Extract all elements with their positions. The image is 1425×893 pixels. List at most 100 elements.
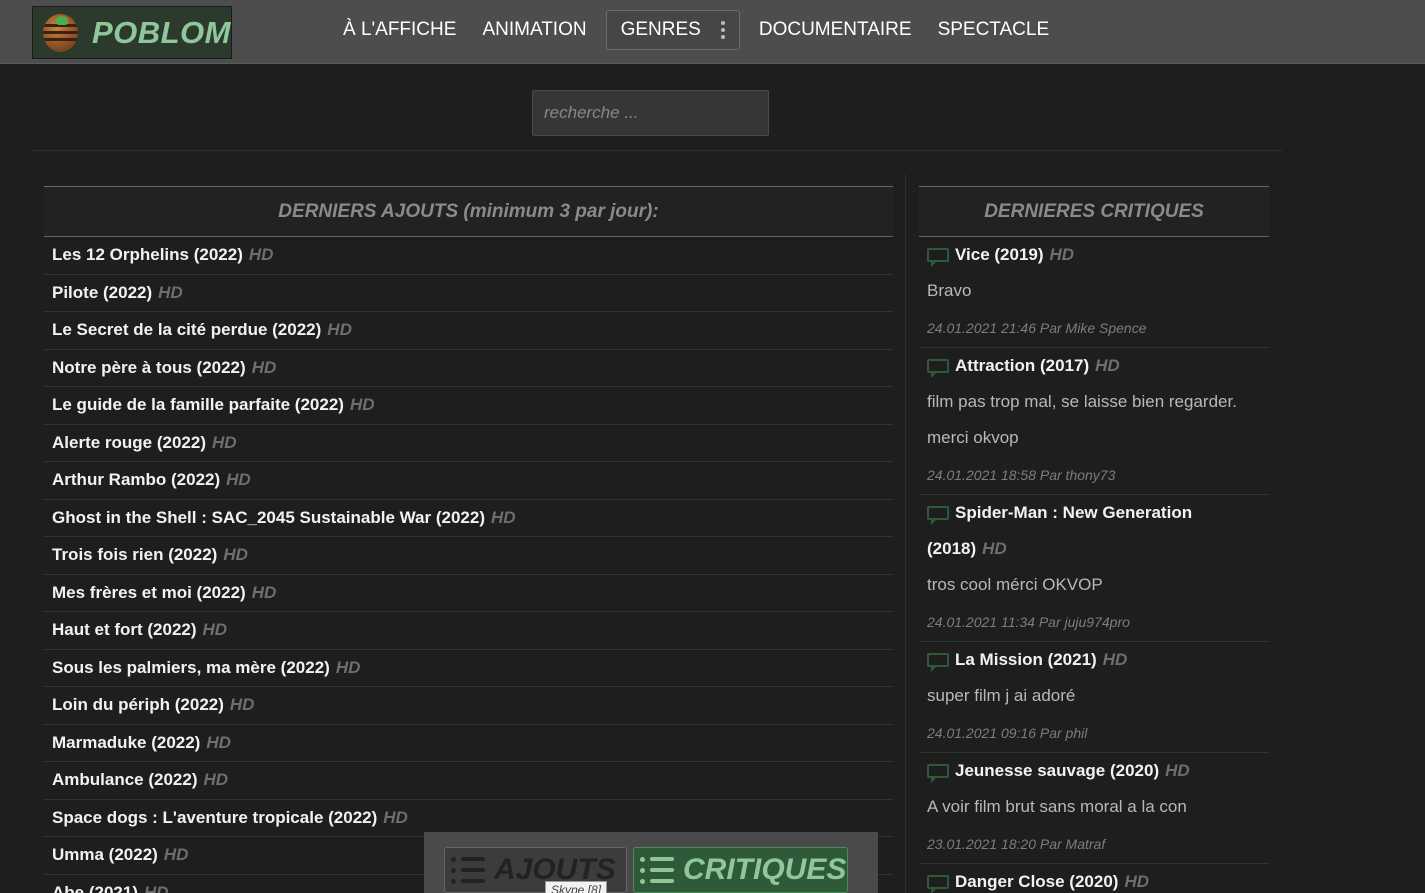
- critique-item: Vice (2019) HD Bravo 24.01.2021 21:46 Par M…: [919, 237, 1269, 348]
- list-item[interactable]: Alerte rouge (2022) HD: [44, 425, 893, 462]
- quality-badge: HD: [1102, 650, 1128, 669]
- critique-header: Vice (2019) HD: [927, 237, 1261, 273]
- quality-badge: HD: [163, 845, 189, 865]
- dernieres-critiques-panel: DERNIERES CRITIQUES Vice (2019) HD Bravo 24…: [919, 186, 1269, 893]
- movie-title[interactable]: Sous les palmiers, ma mère (2022): [52, 658, 330, 678]
- list-item[interactable]: Les 12 Orphelins (2022) HD: [44, 237, 893, 275]
- movie-title[interactable]: Haut et fort (2022): [52, 620, 197, 640]
- critique-meta: 24.01.2021 11:34 Par juju974pro: [927, 614, 1130, 630]
- quality-badge: HD: [1049, 245, 1075, 264]
- quality-badge: HD: [251, 582, 277, 602]
- nav-item-genres[interactable]: GENRES: [605, 10, 740, 50]
- nav-item-documentaire[interactable]: DOCUMENTAIRE: [746, 10, 925, 50]
- critique-item: Spider-Man : New Generation (2018) HD tros…: [919, 495, 1269, 642]
- critique-movie-title[interactable]: Danger Close (2020): [955, 872, 1118, 891]
- critique-movie-title[interactable]: Attraction (2017): [955, 356, 1089, 375]
- critique-text: film pas trop mal, se laisse bien regard…: [927, 392, 1237, 447]
- list-item[interactable]: Le Secret de la cité perdue (2022) HD: [44, 312, 893, 350]
- derniers-ajouts-panel: DERNIERS AJOUTS (minimum 3 par jour): Le…: [44, 186, 893, 893]
- critique-meta: 24.01.2021 18:58 Par thony73: [927, 467, 1116, 483]
- nav-item-animation[interactable]: ANIMATION: [469, 10, 599, 50]
- critique-header: La Mission (2021) HD: [927, 642, 1261, 678]
- list-item[interactable]: Trois fois rien (2022) HD: [44, 537, 893, 575]
- comment-icon: [927, 359, 949, 378]
- critique-item: Jeunesse sauvage (2020) HD A voir film bru…: [919, 753, 1269, 864]
- column-divider: [905, 174, 906, 893]
- quality-badge: HD: [229, 695, 255, 715]
- critiques-toggle-button[interactable]: CRITIQUES: [633, 847, 848, 893]
- list-item[interactable]: Loin du périph (2022) HD: [44, 687, 893, 725]
- quality-badge: HD: [158, 282, 183, 302]
- quality-badge: HD: [1165, 761, 1190, 780]
- movie-title[interactable]: Ambulance (2022): [52, 770, 198, 790]
- quality-badge: HD: [202, 620, 228, 640]
- globe-logo-icon: [43, 13, 78, 52]
- list-item[interactable]: Notre père à tous (2022) HD: [44, 350, 893, 387]
- comment-icon: [927, 653, 949, 672]
- quality-badge: HD: [143, 882, 169, 893]
- critique-text: A voir film brut sans moral a la con: [927, 797, 1187, 816]
- movie-title[interactable]: Arthur Rambo (2022): [52, 470, 220, 490]
- movie-title[interactable]: Le Secret de la cité perdue (2022): [52, 320, 321, 340]
- critique-movie-title[interactable]: Vice (2019): [955, 245, 1044, 264]
- list-item[interactable]: Arthur Rambo (2022) HD: [44, 462, 893, 500]
- list-item[interactable]: Haut et fort (2022) HD: [44, 612, 893, 650]
- critique-item: La Mission (2021) HD super film j ai adoré…: [919, 642, 1269, 753]
- critique-header: Jeunesse sauvage (2020) HD: [927, 753, 1261, 789]
- critique-movie-title[interactable]: Jeunesse sauvage (2020): [955, 761, 1159, 780]
- movie-title[interactable]: Mes frères et moi (2022): [52, 583, 246, 603]
- movie-title[interactable]: Space dogs : L'aventure tropicale (2022): [52, 808, 377, 828]
- quality-badge: HD: [206, 732, 231, 752]
- list-item[interactable]: Marmaduke (2022) HD: [44, 725, 893, 762]
- movie-title[interactable]: Marmaduke (2022): [52, 733, 200, 753]
- divider: [32, 150, 1282, 151]
- nav-item-spectacle[interactable]: SPECTACLE: [925, 10, 1063, 50]
- movie-title[interactable]: Ghost in the Shell : SAC_2045 Sustainabl…: [52, 508, 485, 528]
- nav-item-genres-label: GENRES: [620, 19, 701, 40]
- critiques-list: Vice (2019) HD Bravo 24.01.2021 21:46 Par M…: [919, 237, 1269, 893]
- list-item[interactable]: Le guide de la famille parfaite (2022) HD: [44, 387, 893, 425]
- list-icon: [451, 856, 485, 884]
- list-item[interactable]: Ghost in the Shell : SAC_2045 Sustainabl…: [44, 500, 893, 537]
- critique-movie-title[interactable]: La Mission (2021): [955, 650, 1097, 669]
- critique-header: Spider-Man : New Generation (2018) HD: [927, 495, 1261, 567]
- quality-badge: HD: [491, 507, 516, 527]
- bottom-toggle-bar: AJOUTS CRITIQUES: [424, 832, 878, 893]
- critique-text: super film j ai adoré: [927, 686, 1076, 705]
- critique-meta: 23.01.2021 18:20 Par Matraf: [927, 836, 1106, 852]
- list-item[interactable]: Mes frères et moi (2022) HD: [44, 575, 893, 612]
- movie-title[interactable]: Abe (2021): [52, 883, 138, 893]
- critique-text: Bravo: [927, 281, 972, 300]
- tooltip: Skype [8]: [545, 881, 608, 893]
- list-item[interactable]: Sous les palmiers, ma mère (2022) HD: [44, 650, 893, 687]
- movie-title[interactable]: Trois fois rien (2022): [52, 545, 217, 565]
- critique-item: Attraction (2017) HD film pas trop mal, se…: [919, 348, 1269, 495]
- quality-badge: HD: [982, 539, 1007, 558]
- quality-badge: HD: [1095, 356, 1120, 375]
- critique-meta: 24.01.2021 09:16 Par phil: [927, 725, 1088, 741]
- comment-icon: [927, 248, 949, 267]
- search-input[interactable]: [532, 90, 769, 136]
- movie-title[interactable]: Les 12 Orphelins (2022): [52, 245, 243, 265]
- critique-text: tros cool mérci OKVOP: [927, 575, 1103, 594]
- list-icon: [640, 856, 674, 884]
- movie-title[interactable]: Umma (2022): [52, 845, 158, 865]
- quality-badge: HD: [383, 807, 408, 827]
- quality-badge: HD: [1124, 872, 1150, 891]
- main-nav: À L'AFFICHE ANIMATION GENRES DOCUMENTAIR…: [330, 10, 1062, 50]
- comment-icon: [927, 875, 949, 893]
- list-item[interactable]: Pilote (2022) HD: [44, 275, 893, 312]
- movie-title[interactable]: Loin du périph (2022): [52, 695, 224, 715]
- nav-item-a-l-affiche[interactable]: À L'AFFICHE: [330, 10, 469, 50]
- movie-title[interactable]: Le guide de la famille parfaite (2022): [52, 395, 344, 415]
- movie-title[interactable]: Alerte rouge (2022): [52, 433, 206, 453]
- comment-icon: [927, 506, 949, 525]
- list-item[interactable]: Ambulance (2022) HD: [44, 762, 893, 800]
- quality-badge: HD: [248, 245, 274, 265]
- critique-header: Attraction (2017) HD: [927, 348, 1261, 384]
- movie-title[interactable]: Notre père à tous (2022): [52, 358, 246, 378]
- critique-movie-title[interactable]: Spider-Man : New Generation (2018): [927, 503, 1192, 558]
- movie-title[interactable]: Pilote (2022): [52, 283, 152, 303]
- site-logo[interactable]: POBLOM: [32, 6, 232, 59]
- critiques-toggle-label: CRITIQUES: [683, 853, 847, 886]
